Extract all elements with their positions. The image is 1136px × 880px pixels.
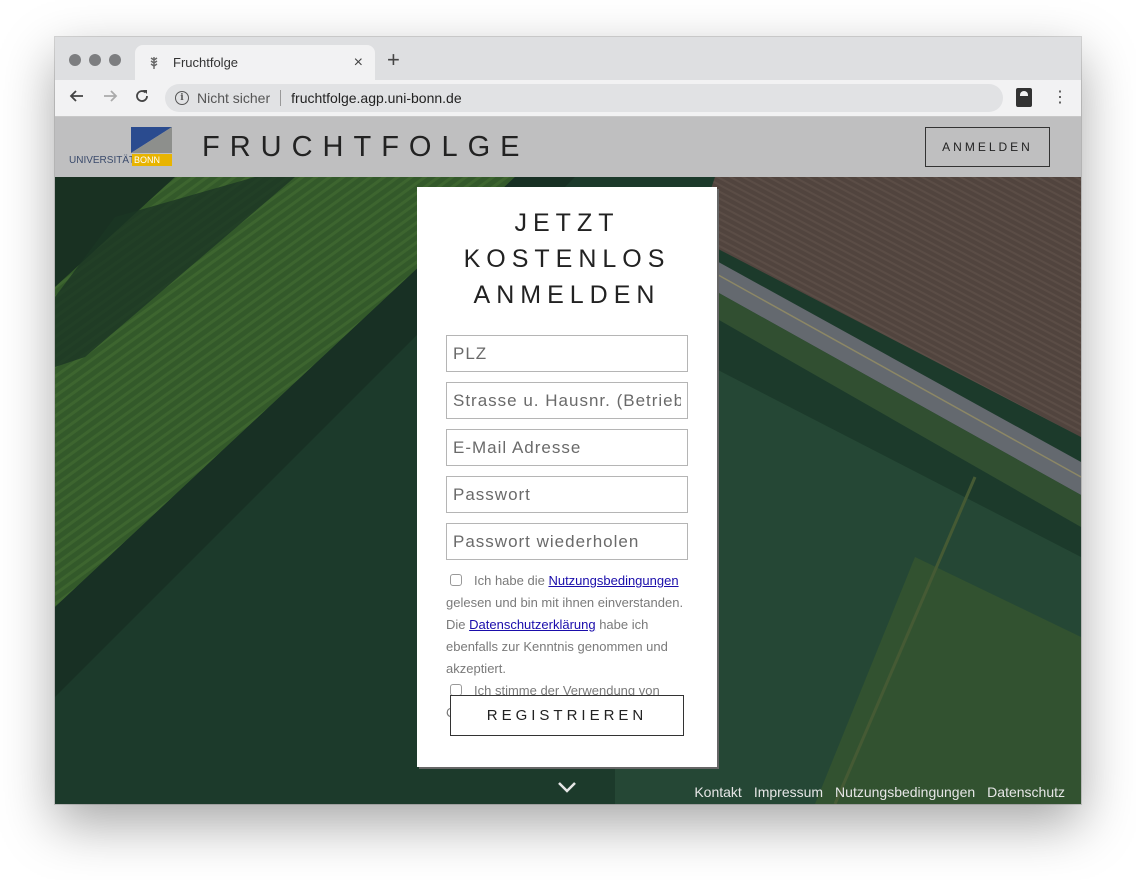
new-tab-button[interactable]: + bbox=[387, 49, 400, 71]
tab-title: Fruchtfolge bbox=[173, 55, 239, 70]
terms-checkbox[interactable] bbox=[450, 574, 462, 586]
site-brand: FRUCHTFOLGE bbox=[202, 131, 530, 163]
browser-tab[interactable]: Fruchtfolge × bbox=[135, 45, 375, 80]
logo-bonn: BONN bbox=[132, 154, 172, 166]
terms-prefix: Ich habe die bbox=[474, 573, 549, 588]
signup-title: JETZT KOSTENLOS ANMELDEN bbox=[446, 205, 688, 313]
tab-bar: Fruchtfolge × + bbox=[55, 37, 1081, 80]
wheat-icon bbox=[147, 56, 161, 70]
chevron-down-icon[interactable] bbox=[557, 780, 577, 794]
maximize-window-button[interactable] bbox=[109, 54, 121, 66]
signup-title-line1: JETZT KOSTENLOS bbox=[463, 209, 671, 273]
register-button[interactable]: REGISTRIEREN bbox=[450, 695, 684, 736]
street-field[interactable] bbox=[446, 382, 688, 419]
web-page: UNIVERSITÄT BONN FRUCHTFOLGE ANMELDEN JE… bbox=[55, 117, 1081, 804]
terms-link[interactable]: Nutzungsbedingungen bbox=[548, 573, 678, 588]
signup-title-line2: ANMELDEN bbox=[473, 281, 661, 309]
browser-toolbar: i Nicht sicher fruchtfolge.agp.uni-bonn.… bbox=[55, 80, 1081, 117]
minimize-window-button[interactable] bbox=[89, 54, 101, 66]
extension-icon[interactable] bbox=[1016, 88, 1032, 107]
footer-links: Kontakt Impressum Nutzungsbedingungen Da… bbox=[694, 780, 1065, 804]
footer-link-nutzungsbedingungen[interactable]: Nutzungsbedingungen bbox=[835, 784, 975, 800]
university-logo[interactable]: UNIVERSITÄT BONN bbox=[69, 127, 173, 167]
plz-field[interactable] bbox=[446, 335, 688, 372]
logo-text: UNIVERSITÄT bbox=[69, 155, 136, 166]
url-text: fruchtfolge.agp.uni-bonn.de bbox=[291, 90, 462, 106]
login-button[interactable]: ANMELDEN bbox=[925, 127, 1050, 167]
privacy-link[interactable]: Datenschutzerklärung bbox=[469, 617, 595, 632]
reload-icon[interactable] bbox=[134, 88, 150, 108]
close-window-button[interactable] bbox=[69, 54, 81, 66]
address-bar[interactable]: i Nicht sicher fruchtfolge.agp.uni-bonn.… bbox=[165, 84, 1003, 112]
email-field[interactable] bbox=[446, 429, 688, 466]
footer-link-impressum[interactable]: Impressum bbox=[754, 784, 823, 800]
omnibox-divider bbox=[280, 90, 282, 106]
password-repeat-field[interactable] bbox=[446, 523, 688, 560]
footer-link-datenschutz[interactable]: Datenschutz bbox=[987, 784, 1065, 800]
browser-window: Fruchtfolge × + i Nicht sicher fruchtfol… bbox=[55, 37, 1081, 804]
forward-icon[interactable] bbox=[102, 88, 118, 108]
footer-link-kontakt[interactable]: Kontakt bbox=[694, 784, 741, 800]
close-tab-icon[interactable]: × bbox=[354, 54, 363, 72]
back-icon[interactable] bbox=[69, 88, 85, 108]
info-icon[interactable]: i bbox=[175, 91, 189, 105]
site-header: UNIVERSITÄT BONN FRUCHTFOLGE ANMELDEN bbox=[55, 117, 1081, 177]
browser-menu-icon[interactable]: ⋮ bbox=[1052, 87, 1068, 109]
terms-consent: Ich habe die Nutzungsbedingungen gelesen… bbox=[446, 570, 688, 680]
security-label: Nicht sicher bbox=[197, 90, 271, 106]
signup-card: JETZT KOSTENLOS ANMELDEN Ich habe die Nu… bbox=[417, 187, 717, 767]
password-field[interactable] bbox=[446, 476, 688, 513]
